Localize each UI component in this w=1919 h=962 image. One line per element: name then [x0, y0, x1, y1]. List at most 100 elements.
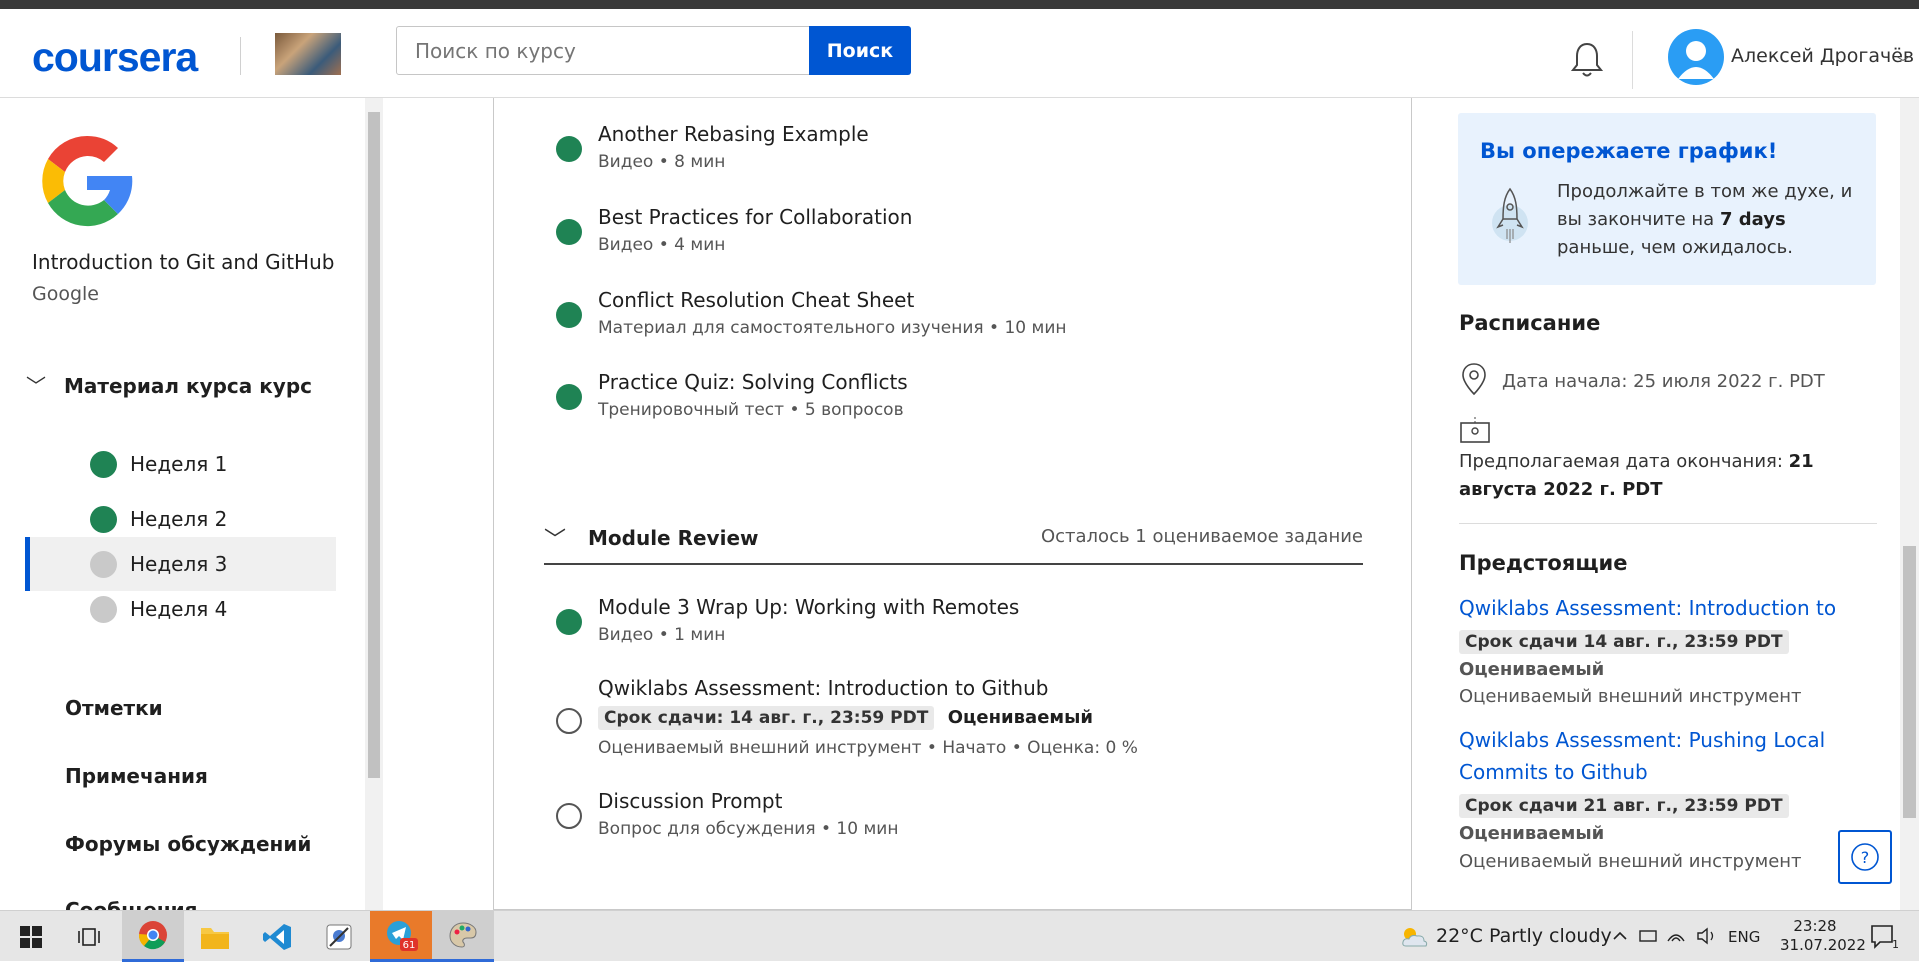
- week-label: Неделя 3: [130, 552, 228, 576]
- empty-circle-icon: [90, 595, 117, 623]
- partner-thumbnail: [275, 33, 341, 75]
- schedule-heading: Расписание: [1459, 311, 1601, 335]
- item-title[interactable]: Discussion Prompt: [598, 789, 782, 813]
- graded-label: Оцениваемый: [1459, 823, 1605, 844]
- search-button[interactable]: Поиск: [809, 26, 911, 75]
- upcoming-link[interactable]: Qwiklabs Assessment: Pushing Local Commi…: [1459, 724, 1884, 788]
- weather-widget[interactable]: 22°C Partly cloudy: [1400, 925, 1612, 948]
- window-top-strip: [0, 0, 1919, 9]
- sidebar-scrollbar[interactable]: [365, 98, 383, 910]
- sidebar-link-grades[interactable]: Отметки: [65, 696, 163, 720]
- item-meta: Видео • 8 мин: [598, 152, 726, 172]
- item-meta: Видео • 1 мин: [598, 625, 726, 645]
- scrollbar-thumb[interactable]: [368, 112, 380, 778]
- item-meta: Вопрос для обсуждения • 10 мин: [598, 819, 899, 839]
- graded-label: Оцениваемый: [947, 707, 1093, 728]
- user-name[interactable]: Алексей Дрогачёв: [1731, 45, 1914, 67]
- check-circle-icon: [556, 219, 582, 245]
- main-content: Another Rebasing Example Видео • 8 мин B…: [493, 98, 1412, 910]
- module-review-header[interactable]: ﹀ Module Review Осталось 1 оцениваемое з…: [544, 510, 1363, 565]
- vscode-icon[interactable]: [246, 911, 308, 962]
- end-date: Предполагаемая дата окончания: 21 август…: [1459, 451, 1814, 500]
- chevron-down-icon: ﹀: [26, 374, 46, 398]
- header: coursera Поиск Алексей Дрогачёв ﹀: [0, 9, 1919, 98]
- check-circle-icon: [556, 302, 582, 328]
- task-view-icon[interactable]: [58, 911, 120, 962]
- clock[interactable]: 23:28 31.07.2022: [1780, 917, 1866, 955]
- deadline-badge: Срок сдачи: 14 авг. г., 23:59 PDT: [598, 706, 935, 730]
- course-org: Google: [32, 283, 100, 305]
- finish-flag-icon: [1460, 417, 1490, 443]
- course-title: Introduction to Git and GitHub: [32, 250, 335, 274]
- file-explorer-icon[interactable]: [184, 911, 246, 962]
- check-circle-icon: [90, 450, 117, 478]
- header-divider-2: [1632, 31, 1633, 89]
- settings-tool-icon[interactable]: [308, 911, 370, 962]
- deadline-badge: Срок сдачи 21 авг. г., 23:59 PDT: [1459, 794, 1789, 818]
- chevron-down-icon[interactable]: ﹀: [1896, 53, 1910, 73]
- check-circle-icon: [556, 384, 582, 410]
- location-pin-icon: [1461, 362, 1487, 396]
- check-circle-icon: [556, 136, 582, 162]
- check-circle-icon: [556, 609, 582, 635]
- check-circle-icon: [90, 505, 117, 533]
- module-title: Module Review: [588, 526, 759, 550]
- item-title[interactable]: Module 3 Wrap Up: Working with Remotes: [598, 595, 1019, 619]
- help-button[interactable]: ?: [1838, 830, 1892, 884]
- ahead-of-schedule-box: Вы опережаете график! Продолжайте в том …: [1458, 113, 1876, 285]
- rocket-icon: [1488, 185, 1532, 249]
- svg-text:1: 1: [1892, 938, 1898, 949]
- item-meta: Материал для самостоятельного изучения •…: [598, 318, 1067, 338]
- sidebar-link-notes[interactable]: Примечания: [65, 764, 208, 788]
- notification-center-icon[interactable]: 1: [1870, 923, 1899, 953]
- tool-label: Оцениваемый внешний инструмент: [1459, 686, 1802, 707]
- deadline-badge: Срок сдачи 14 авг. г., 23:59 PDT: [1459, 630, 1789, 654]
- page-scrollbar[interactable]: [1900, 98, 1919, 910]
- item-title[interactable]: Qwiklabs Assessment: Introduction to Git…: [598, 676, 1048, 700]
- item-meta: Видео • 4 мин: [598, 235, 726, 255]
- notification-badge: 61: [403, 940, 416, 951]
- search-input[interactable]: [396, 26, 810, 75]
- scrollbar-thumb[interactable]: [1903, 546, 1916, 818]
- start-date: Дата начала: 25 июля 2022 г. PDT: [1502, 371, 1825, 392]
- upcoming-heading: Предстоящие: [1459, 551, 1628, 575]
- week-label: Неделя 1: [130, 452, 228, 476]
- week-label: Неделя 2: [130, 507, 228, 531]
- empty-circle-icon: [90, 550, 117, 578]
- avatar[interactable]: [1668, 29, 1724, 85]
- item-meta: Оцениваемый внешний инструмент • Начато …: [598, 738, 1138, 758]
- module-remaining: Осталось 1 оцениваемое задание: [1040, 526, 1363, 547]
- ahead-text: Продолжайте в том же духе, и вы закончит…: [1557, 181, 1853, 258]
- sidebar-link-forums[interactable]: Форумы обсуждений: [65, 832, 311, 856]
- sidebar-item-week-1[interactable]: Неделя 1: [25, 437, 336, 491]
- language-indicator[interactable]: ENG: [1728, 928, 1760, 946]
- week-label: Неделя 4: [130, 597, 228, 621]
- sidebar: Introduction to Git and GitHub Google ﹀ М…: [0, 98, 365, 910]
- divider: [1459, 523, 1877, 524]
- external-link-icon: [556, 708, 582, 734]
- taskbar: 61 22°C Partly cloudy ENG 23:28 31.07.202…: [0, 910, 1919, 962]
- header-divider: [240, 37, 241, 75]
- weather-text: 22°C Partly cloudy: [1436, 925, 1612, 947]
- chevron-down-icon[interactable]: ﹀: [544, 522, 566, 554]
- item-title[interactable]: Best Practices for Collaboration: [598, 205, 912, 229]
- windows-start-icon[interactable]: [0, 911, 62, 962]
- sidebar-item-week-4[interactable]: Неделя 4: [25, 582, 336, 636]
- item-title[interactable]: Practice Quiz: Solving Conflicts: [598, 370, 908, 394]
- item-title[interactable]: Conflict Resolution Cheat Sheet: [598, 288, 914, 312]
- chrome-icon[interactable]: [122, 911, 184, 962]
- item-title[interactable]: Another Rebasing Example: [598, 122, 869, 146]
- item-meta: Тренировочный тест • 5 вопросов: [598, 400, 904, 420]
- telegram-icon[interactable]: 61: [370, 911, 432, 962]
- course-material-toggle[interactable]: ﹀ Материал курса курс: [26, 370, 312, 399]
- partly-cloudy-icon: [1402, 927, 1428, 946]
- coursera-logo[interactable]: coursera: [32, 34, 198, 81]
- google-logo: [32, 126, 142, 236]
- system-tray[interactable]: [1612, 925, 1720, 951]
- bell-icon[interactable]: [1570, 41, 1604, 79]
- paint-icon[interactable]: [432, 911, 494, 962]
- sidebar-link-messages[interactable]: Сообщения: [65, 898, 197, 910]
- graded-label: Оцениваемый: [1459, 659, 1605, 680]
- chat-bubble-icon: [556, 803, 582, 829]
- section-label: Материал курса курс: [64, 374, 313, 398]
